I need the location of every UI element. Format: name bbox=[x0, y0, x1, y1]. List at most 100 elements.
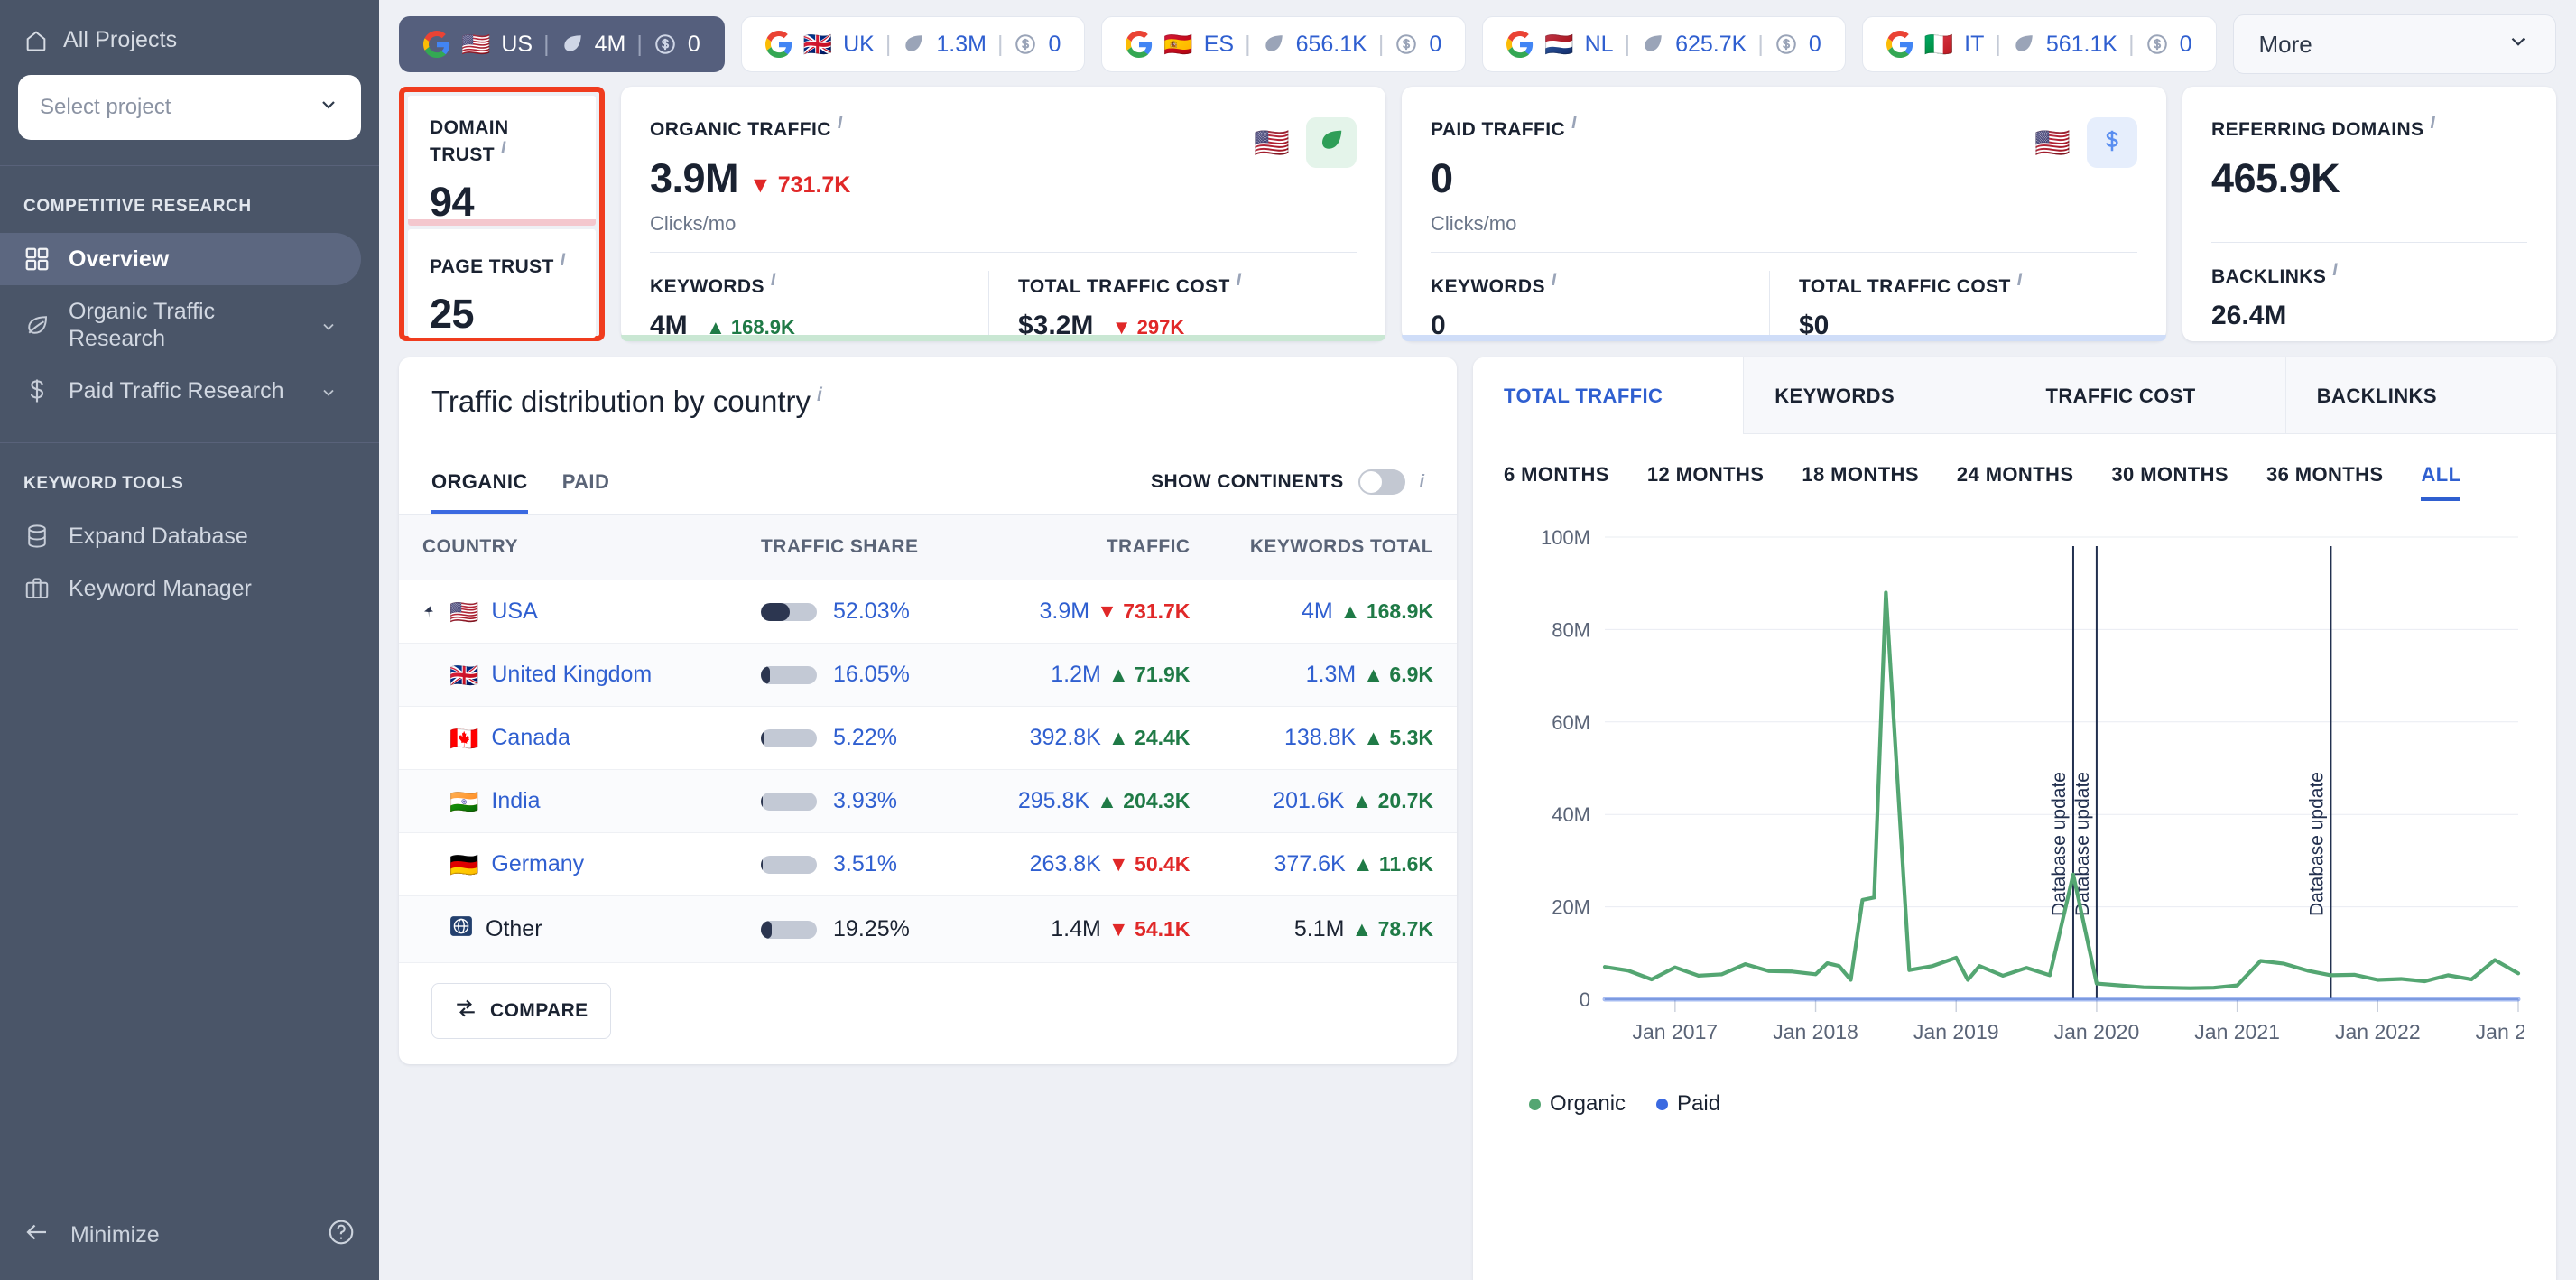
info-icon[interactable]: i bbox=[838, 114, 843, 133]
info-icon[interactable]: i bbox=[1552, 271, 1557, 290]
table-row[interactable]: Other 19.25% 1.4M ▼ 54.1K 5.1M ▲ 78.7K bbox=[399, 895, 1457, 963]
tab-backlinks[interactable]: BACKLINKS bbox=[2284, 357, 2556, 434]
pin-icon[interactable] bbox=[422, 602, 437, 622]
country-flag: 🇮🇳 bbox=[449, 787, 479, 815]
organic-keywords-label: KEYWORDS i bbox=[650, 271, 970, 298]
traffic-value: 263.8K bbox=[1029, 851, 1101, 877]
organic-card-badges: 🇺🇸 bbox=[1254, 117, 1357, 168]
metrics-chart-panel: TOTAL TRAFFIC KEYWORDS TRAFFIC COST BACK… bbox=[1473, 357, 2556, 1280]
paid-traffic-value-row: 0 bbox=[1431, 155, 2034, 202]
leaf-icon bbox=[902, 32, 925, 56]
traffic-share-bar bbox=[761, 920, 818, 939]
show-continents-toggle[interactable] bbox=[1357, 469, 1405, 495]
svg-text:Jan 2023: Jan 2023 bbox=[2476, 1020, 2524, 1043]
info-icon[interactable]: i bbox=[1571, 114, 1577, 133]
country-name[interactable]: USA bbox=[491, 598, 537, 625]
country-name[interactable]: United Kingdom bbox=[491, 662, 652, 688]
organic-traffic-delta: ▼ 731.7K bbox=[749, 172, 851, 198]
range-24-months[interactable]: 24 MONTHS bbox=[1957, 463, 2074, 501]
info-icon[interactable]: i bbox=[561, 251, 566, 270]
traffic-delta: ▲ 24.4K bbox=[1107, 726, 1191, 749]
range-18-months[interactable]: 18 MONTHS bbox=[1802, 463, 1919, 501]
range-36-months[interactable]: 36 MONTHS bbox=[2266, 463, 2384, 501]
compare-button[interactable]: COMPARE bbox=[431, 983, 611, 1039]
sidebar-item-overview[interactable]: Overview bbox=[0, 233, 361, 285]
database-tab-es[interactable]: 🇪🇸 ES | 656.1K | 0 bbox=[1101, 16, 1467, 72]
country-name[interactable]: Germany bbox=[491, 851, 584, 877]
project-select-placeholder: Select project bbox=[40, 95, 171, 119]
cell-keywords: 377.6K ▲ 11.6K bbox=[1213, 832, 1457, 896]
col-country[interactable]: COUNTRY bbox=[399, 514, 738, 580]
traffic-line-chart[interactable]: 0 20M 40M 60M 80M 100M Jan 2017 Jan 2018 Jan 201… bbox=[1504, 524, 2556, 1066]
table-row[interactable]: 🇬🇧 United Kingdom 16.05% 1.2M ▲ 71.9K 1.… bbox=[399, 643, 1457, 707]
tab-paid[interactable]: PAID bbox=[562, 450, 610, 514]
database-tab-us[interactable]: 🇺🇸 US | 4M | 0 bbox=[399, 16, 725, 72]
organic-cost-label-text: TOTAL TRAFFIC COST bbox=[1018, 276, 1230, 297]
sidebar-item-organic-traffic-research[interactable]: Organic Traffic Research bbox=[0, 285, 361, 365]
minimize-label[interactable]: Minimize bbox=[70, 1222, 160, 1248]
database-tab-nl[interactable]: 🇳🇱 NL | 625.7K | 0 bbox=[1482, 16, 1846, 72]
traffic-share-fill bbox=[761, 665, 770, 684]
range-all[interactable]: ALL bbox=[2421, 463, 2461, 501]
info-icon[interactable]: i bbox=[771, 271, 776, 290]
sidebar-item-expand-database[interactable]: Expand Database bbox=[0, 510, 361, 562]
sidebar-all-projects[interactable]: All Projects bbox=[18, 23, 361, 53]
sidebar-item-paid-traffic-research[interactable]: Paid Traffic Research bbox=[0, 365, 361, 417]
dollar-badge bbox=[2087, 117, 2137, 168]
range-30-months[interactable]: 30 MONTHS bbox=[2111, 463, 2229, 501]
range-12-months[interactable]: 12 MONTHS bbox=[1647, 463, 1765, 501]
country-flag: 🇺🇸 bbox=[1254, 126, 1290, 159]
dollar-icon bbox=[2099, 127, 2126, 159]
table-row[interactable]: 🇮🇳 India 3.93% 295.8K ▲ 204.3K 201.6K ▲ … bbox=[399, 769, 1457, 833]
col-traffic[interactable]: TRAFFIC bbox=[969, 514, 1214, 580]
domain-trust-card[interactable]: DOMAIN TRUST i 94 bbox=[408, 96, 596, 226]
tab-organic[interactable]: ORGANIC bbox=[431, 450, 528, 514]
country-cell: 🇬🇧 United Kingdom bbox=[422, 662, 714, 688]
info-icon[interactable]: i bbox=[1420, 472, 1424, 492]
dollar-circle-icon bbox=[1395, 32, 1418, 56]
question-circle-icon[interactable] bbox=[327, 1218, 356, 1253]
leaf-icon bbox=[1318, 127, 1345, 159]
svg-text:0: 0 bbox=[1580, 988, 1590, 1011]
leaf-icon bbox=[23, 311, 51, 339]
info-icon[interactable]: i bbox=[501, 139, 506, 158]
info-icon[interactable]: i bbox=[1237, 271, 1242, 290]
traffic-share-value: 52.03% bbox=[833, 598, 910, 624]
country-code: UK bbox=[843, 31, 875, 57]
compare-label: COMPARE bbox=[490, 1000, 588, 1021]
info-icon[interactable]: i bbox=[2332, 261, 2338, 280]
traffic-distribution-title: Traffic distribution by country i bbox=[399, 357, 1457, 450]
table-row[interactable]: 🇨🇦 Canada 5.22% 392.8K ▲ 24.4K 138.8K ▲ … bbox=[399, 706, 1457, 770]
country-flag: 🇩🇪 bbox=[449, 850, 479, 878]
info-icon[interactable]: i bbox=[2017, 271, 2023, 290]
page-trust-card[interactable]: PAGE TRUST i 25 bbox=[408, 229, 596, 338]
table-row[interactable]: 🇩🇪 Germany 3.51% 263.8K ▼ 50.4K 377.6K ▲… bbox=[399, 832, 1457, 896]
country-cell: 🇩🇪 Germany bbox=[422, 851, 714, 877]
tab-traffic-cost[interactable]: TRAFFIC COST bbox=[2014, 357, 2285, 434]
sidebar-item-keyword-manager[interactable]: Keyword Manager bbox=[0, 562, 361, 615]
legend-item-paid[interactable]: Paid bbox=[1656, 1091, 1720, 1117]
info-icon[interactable]: i bbox=[817, 385, 822, 405]
organic-traffic-unit: Clicks/mo bbox=[650, 212, 737, 235]
dollar-circle-icon bbox=[2145, 32, 2169, 56]
country-name[interactable]: Canada bbox=[491, 725, 570, 751]
range-6-months[interactable]: 6 MONTHS bbox=[1504, 463, 1609, 501]
tab-total-traffic[interactable]: TOTAL TRAFFIC bbox=[1473, 357, 1744, 434]
tab-keywords[interactable]: KEYWORDS bbox=[1743, 357, 2015, 434]
page-trust-value: 25 bbox=[430, 291, 475, 337]
col-keywords-total[interactable]: KEYWORDS TOTAL bbox=[1213, 514, 1457, 580]
sidebar-footer: Minimize bbox=[0, 1196, 379, 1280]
table-row[interactable]: 🇺🇸 USA 52.03% 3.9M ▼ 731.7K 4M ▲ 168.9K bbox=[399, 580, 1457, 644]
cell-traffic: 392.8K ▲ 24.4K bbox=[969, 706, 1214, 770]
country-name[interactable]: India bbox=[491, 788, 540, 814]
col-traffic-share[interactable]: TRAFFIC SHARE bbox=[737, 514, 970, 580]
database-tab-uk[interactable]: 🇬🇧 UK | 1.3M | 0 bbox=[740, 16, 1086, 72]
cell-traffic-share: 52.03% bbox=[737, 580, 970, 644]
traffic-share-cell: 3.51% bbox=[761, 851, 947, 877]
sidebar-header: All Projects Select project bbox=[0, 0, 379, 140]
database-tab-it[interactable]: 🇮🇹 IT | 561.1K | 0 bbox=[1861, 16, 2217, 72]
project-select[interactable]: Select project bbox=[18, 75, 361, 140]
info-icon[interactable]: i bbox=[2430, 114, 2435, 133]
more-databases-button[interactable]: More bbox=[2232, 14, 2556, 74]
legend-item-organic[interactable]: Organic bbox=[1529, 1091, 1626, 1117]
